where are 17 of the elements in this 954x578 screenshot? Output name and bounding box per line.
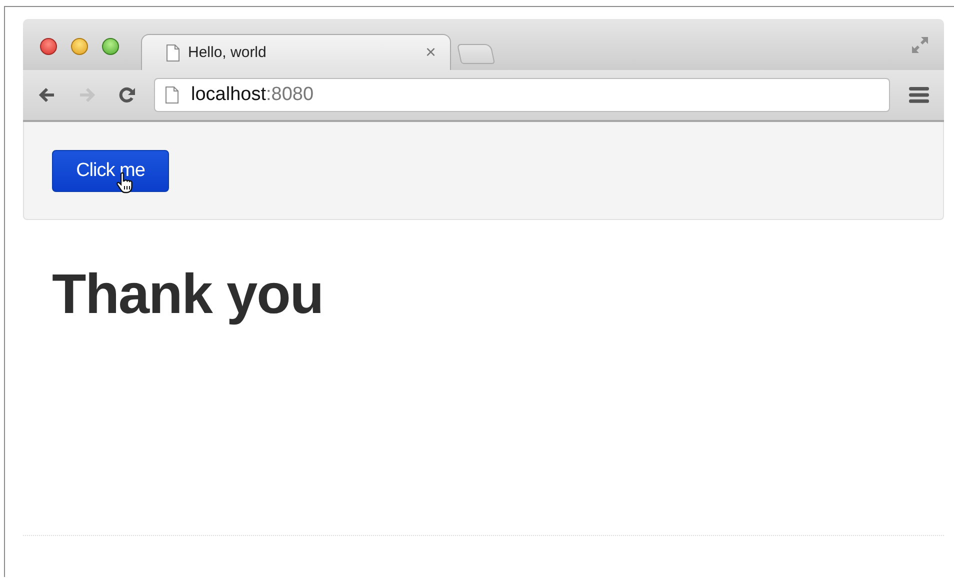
back-arrow-icon[interactable] <box>37 85 57 105</box>
tab-title: Hello, world <box>188 44 268 61</box>
fullscreen-icon[interactable] <box>910 34 930 54</box>
reload-icon[interactable] <box>117 85 137 105</box>
minimize-window-button[interactable] <box>71 38 88 55</box>
page-icon <box>166 44 180 62</box>
close-window-button[interactable] <box>40 38 57 55</box>
page-icon <box>165 86 179 104</box>
new-tab-button[interactable] <box>456 44 496 64</box>
close-tab-button[interactable]: × <box>425 42 436 63</box>
page-heading: Thank you <box>52 261 324 327</box>
url-text: localhost:8080 <box>191 84 314 106</box>
browser-tab[interactable]: Hello, world × <box>141 34 451 70</box>
address-bar[interactable]: localhost:8080 <box>154 78 890 112</box>
click-me-button[interactable]: Click me <box>52 150 169 192</box>
menu-icon[interactable] <box>909 86 929 104</box>
zoom-window-button[interactable] <box>102 38 119 55</box>
